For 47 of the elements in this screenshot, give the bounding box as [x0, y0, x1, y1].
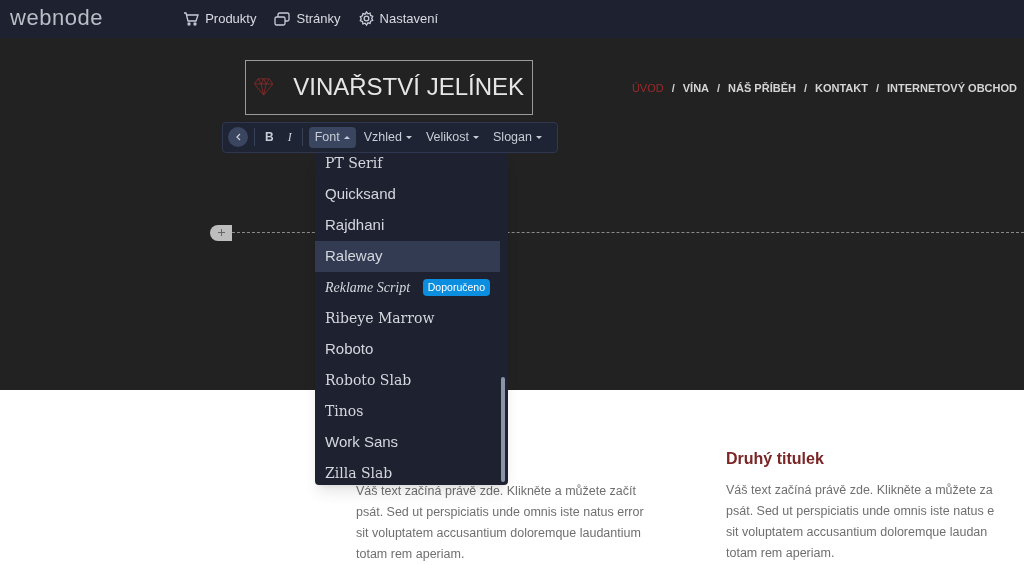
settings-icon — [358, 11, 374, 27]
caret-down-icon — [473, 134, 479, 140]
recommended-badge: Doporučeno — [422, 278, 490, 297]
toolbar-dropdown[interactable]: Velikost — [419, 126, 485, 148]
caret-up-icon — [343, 134, 350, 140]
windows-icon — [274, 11, 291, 26]
top-menu-item[interactable]: Produkty — [183, 9, 257, 29]
nav-link[interactable]: INTERNETOVÝ OBCHOD — [887, 79, 1017, 97]
body-paragraph: Váš text začíná právě zde. Klikněte a můžete za psát. Sed ut perspiciatis unde omnis iste natus e sit voluptatem accusantium doloremque laudan totam rem aperiam. — [726, 482, 996, 562]
body-paragraph: Váš text začíná právě zde. Klikněte a můžete začít psát. Sed ut perspiciatis unde omnis iste natus error sit voluptatem accusantium doloremque laudantium totam rem aperiam. — [356, 483, 645, 563]
chevron-left-icon — [235, 133, 241, 142]
font-option[interactable]: Tinos — [315, 396, 500, 427]
top-menu-item[interactable]: Nastavení — [358, 9, 439, 29]
site-logo[interactable]: VINAŘSTVÍ JELÍNEK — [245, 59, 533, 115]
font-option[interactable]: Rajdhani — [315, 210, 500, 241]
nav-separator: / — [671, 80, 675, 96]
font-option[interactable]: Work Sans — [315, 427, 500, 458]
back-button[interactable] — [228, 127, 248, 148]
font-option[interactable]: Reklame Script Doporučeno — [315, 272, 500, 303]
nav-link[interactable]: NÁŠ PŘÍBĚH — [728, 79, 796, 97]
font-option[interactable]: Roboto — [315, 334, 500, 365]
webnode-logo[interactable]: webnode — [10, 1, 104, 35]
font-option[interactable]: Quicksand — [315, 179, 500, 210]
caret-down-icon — [535, 134, 542, 140]
toolbar-dropdown[interactable]: Font — [308, 126, 356, 148]
bold-button[interactable]: B — [261, 128, 278, 147]
cart-icon — [183, 11, 200, 26]
caret-down-icon — [405, 134, 412, 140]
nav-separator: / — [717, 80, 721, 96]
toolbar-dropdown[interactable]: Slogan — [487, 126, 548, 148]
add-section-button[interactable] — [210, 224, 232, 241]
nav-link[interactable]: KONTAKT — [815, 79, 868, 97]
toolbar-dropdown[interactable]: Vzhled — [357, 126, 418, 148]
scrollbar-thumb[interactable] — [501, 377, 505, 482]
font-option[interactable]: Zilla Slab — [315, 458, 500, 485]
top-menu-item[interactable]: Stránky — [274, 9, 341, 29]
font-option[interactable]: Roboto Slab — [315, 365, 500, 396]
font-option[interactable]: Ribeye Marrow — [315, 303, 500, 334]
nav-link[interactable]: VÍNA — [682, 79, 709, 97]
font-option[interactable]: Raleway — [315, 241, 500, 272]
plus-icon — [217, 229, 225, 237]
italic-button[interactable]: I — [283, 128, 296, 147]
column-heading: Druhý titulek — [726, 449, 825, 469]
nav-separator: / — [875, 80, 879, 96]
nav-separator: / — [803, 80, 807, 96]
font-option[interactable]: PT Serif — [315, 153, 500, 179]
site-title: VINAŘSTVÍ JELÍNEK — [293, 72, 524, 103]
